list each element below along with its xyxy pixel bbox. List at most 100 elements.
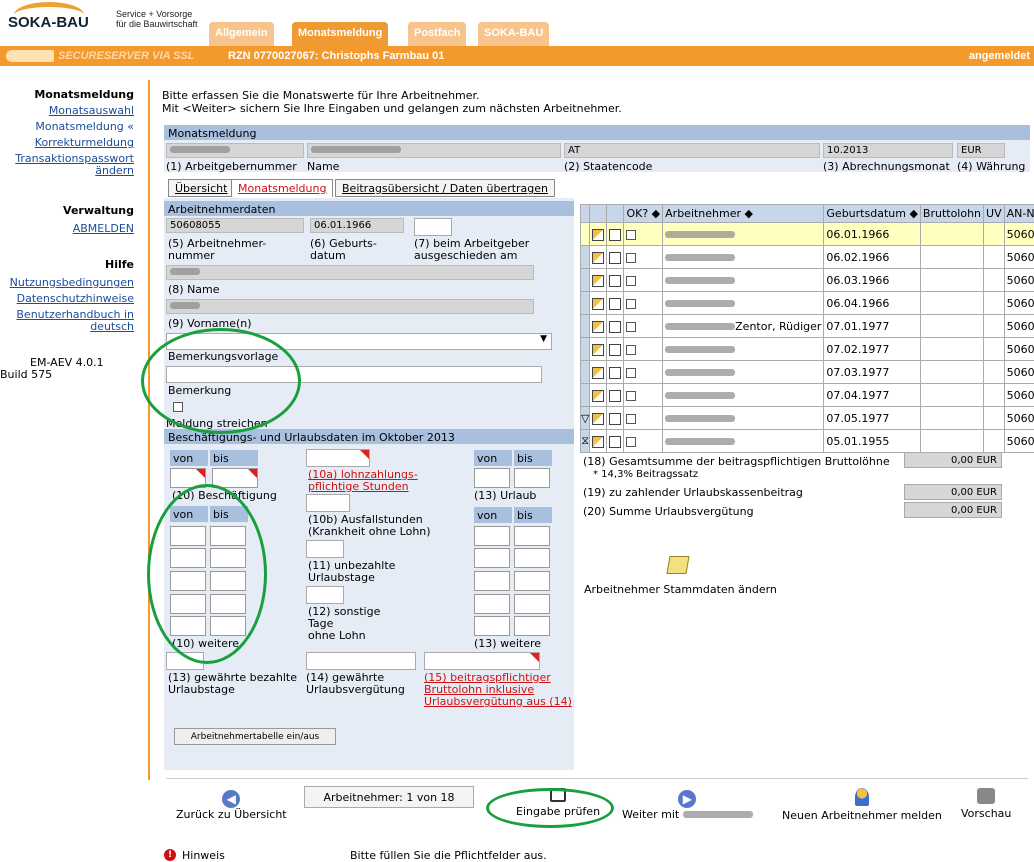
table-row[interactable]: ⧖ 05.01.1955 50608066: [579, 429, 1034, 453]
urlaub-bis[interactable]: [514, 468, 550, 488]
neuen-arbeitnehmer-button[interactable]: Neuen Arbeitnehmer melden: [782, 788, 942, 822]
person-icon: [854, 788, 869, 806]
ok-checkbox[interactable]: [623, 314, 664, 338]
tab-uebersicht[interactable]: Übersicht: [168, 179, 235, 197]
delete-icon[interactable]: [606, 337, 625, 361]
urlaub-weitere-von-2[interactable]: [474, 548, 510, 568]
sidebar-item-monatsmeldung[interactable]: Monatsmeldung «: [35, 120, 134, 133]
table-row[interactable]: 07.03.1977 50608061: [579, 360, 1034, 384]
delete-icon[interactable]: [606, 360, 625, 384]
table-row[interactable]: Zentor, Rüdiger07.01.1977 50608059: [579, 314, 1034, 338]
stammdaten-link[interactable]: Arbeitnehmer Stammdaten ändern: [584, 584, 777, 596]
bruttolohn-field[interactable]: [424, 652, 540, 670]
ok-checkbox[interactable]: [623, 429, 664, 453]
urlaub-weitere-von-4[interactable]: [474, 594, 510, 614]
redacted: [170, 146, 230, 153]
delete-icon[interactable]: [606, 314, 625, 338]
ok-checkbox[interactable]: [623, 337, 664, 361]
scroll-cell[interactable]: ▽: [579, 406, 591, 430]
urlaub-weitere-bis-2[interactable]: [514, 548, 550, 568]
ok-checkbox[interactable]: [623, 406, 664, 430]
scroll-cell: [579, 360, 591, 384]
unbezahlte-urlaubstage-field[interactable]: [306, 540, 344, 558]
sonstige-tage-field[interactable]: [306, 586, 344, 604]
sidebar-item-abmelden[interactable]: ABMELDEN: [73, 222, 134, 235]
urlaub-weitere-bis-label: bis: [514, 507, 552, 523]
delete-icon[interactable]: [606, 406, 625, 430]
sidebar-item-handbuch-2[interactable]: deutsch: [90, 320, 134, 333]
sidebar-item-transaktionspasswort-2[interactable]: ändern: [95, 164, 134, 177]
urlaub-weitere-bis-4[interactable]: [514, 594, 550, 614]
sidebar-item-datenschutz[interactable]: Datenschutzhinweise: [17, 292, 134, 305]
delete-icon[interactable]: [606, 245, 625, 269]
table-row[interactable]: 07.04.1977 50608062: [579, 383, 1034, 407]
table-row[interactable]: 06.01.1966 50608055: [579, 222, 1034, 246]
ausfallstunden-field[interactable]: [306, 494, 350, 512]
urlaub-weitere-von-5[interactable]: [474, 616, 510, 636]
ok-checkbox[interactable]: [623, 222, 664, 246]
urlaub-weitere-von-1[interactable]: [474, 526, 510, 546]
weiter-button[interactable]: ▶ Weiter mit: [622, 790, 753, 821]
tab-allgemein[interactable]: Allgemein: [209, 22, 274, 46]
ok-checkbox[interactable]: [623, 291, 664, 315]
ok-checkbox[interactable]: [623, 245, 664, 269]
delete-icon[interactable]: [606, 429, 625, 453]
folder-icon[interactable]: [666, 556, 690, 574]
scroll-cell[interactable]: ⧖: [579, 429, 591, 453]
label-an-nr-2: nummer: [168, 249, 215, 262]
urlaub-weitere-bis-5[interactable]: [514, 616, 550, 636]
edit-icon[interactable]: [589, 383, 608, 407]
tab-beitragsuebersicht[interactable]: Beitragsübersicht / Daten übertragen: [335, 179, 556, 197]
edit-icon[interactable]: [589, 291, 608, 315]
edit-icon[interactable]: [589, 222, 608, 246]
delete-icon[interactable]: [606, 222, 625, 246]
tab-soka-bau[interactable]: SOKA-BAU: [478, 22, 550, 46]
urlaub-von-label: von: [474, 450, 512, 466]
urlaub-weitere-bis-1[interactable]: [514, 526, 550, 546]
table-row[interactable]: 06.04.1966 50608058: [579, 291, 1034, 315]
edit-icon[interactable]: [589, 429, 608, 453]
scroll-cell: [579, 314, 591, 338]
vorschau-button[interactable]: Vorschau: [961, 788, 1011, 820]
ok-checkbox[interactable]: [623, 268, 664, 292]
delete-icon[interactable]: [606, 268, 625, 292]
col-ok[interactable]: OK? ◆: [623, 204, 664, 223]
table-row[interactable]: 06.03.1966 50608057: [579, 268, 1034, 292]
col-geburtsdatum[interactable]: Geburtsdatum ◆: [823, 204, 921, 223]
urlaub-weitere-von-3[interactable]: [474, 571, 510, 591]
back-button[interactable]: ◀ Zurück zu Übersicht: [176, 790, 287, 821]
col-arbeitnehmer[interactable]: Arbeitnehmer ◆: [662, 204, 825, 223]
delete-icon[interactable]: [606, 383, 625, 407]
table-row[interactable]: 06.02.1966 50608056: [579, 245, 1034, 269]
tab-postfach[interactable]: Postfach: [408, 22, 467, 46]
label-ausfallstunden: (10b) Ausfallstunden (Krankheit ohne Lohn…: [308, 514, 431, 538]
tab-monatsmeldung-inner[interactable]: Monatsmeldung: [231, 179, 334, 197]
edit-icon[interactable]: [589, 268, 608, 292]
delete-icon[interactable]: [606, 291, 625, 315]
edit-icon[interactable]: [589, 406, 608, 430]
tab-monatsmeldung[interactable]: Monatsmeldung: [292, 22, 389, 46]
col-icon-2: [606, 204, 625, 223]
urlaub-von[interactable]: [474, 468, 510, 488]
arbeitnehmer-cell: Zentor, Rüdiger: [662, 314, 825, 338]
table-row[interactable]: ▽ 07.05.1977 50608063: [579, 406, 1034, 430]
col-an-nr[interactable]: AN-Nr ◆: [1003, 204, 1034, 223]
edit-icon[interactable]: [589, 314, 608, 338]
edit-icon[interactable]: [589, 360, 608, 384]
edit-icon[interactable]: [589, 245, 608, 269]
ausgeschieden-field[interactable]: [414, 218, 452, 236]
uv-cell: [983, 291, 1005, 315]
lohnstunden-field[interactable]: [306, 449, 370, 467]
edit-icon[interactable]: [589, 337, 608, 361]
ok-checkbox[interactable]: [623, 360, 664, 384]
label-ausfallstunden-2: (Krankheit ohne Lohn): [308, 525, 431, 538]
urlaub-weitere-bis-3[interactable]: [514, 571, 550, 591]
urlaubsverguetung-field[interactable]: [306, 652, 416, 670]
sidebar-item-nutzungsbedingungen[interactable]: Nutzungsbedingungen: [10, 276, 134, 289]
sidebar-item-monatsauswahl[interactable]: Monatsauswahl: [49, 104, 134, 117]
arbeitnehmertabelle-toggle-button[interactable]: Arbeitnehmertabelle ein/aus: [174, 728, 336, 745]
table-row[interactable]: 07.02.1977 50608060: [579, 337, 1034, 361]
sidebar-item-korrekturmeldung[interactable]: Korrekturmeldung: [35, 136, 134, 149]
gesamtsumme-value: 0,00 EUR: [904, 452, 1002, 468]
ok-checkbox[interactable]: [623, 383, 664, 407]
